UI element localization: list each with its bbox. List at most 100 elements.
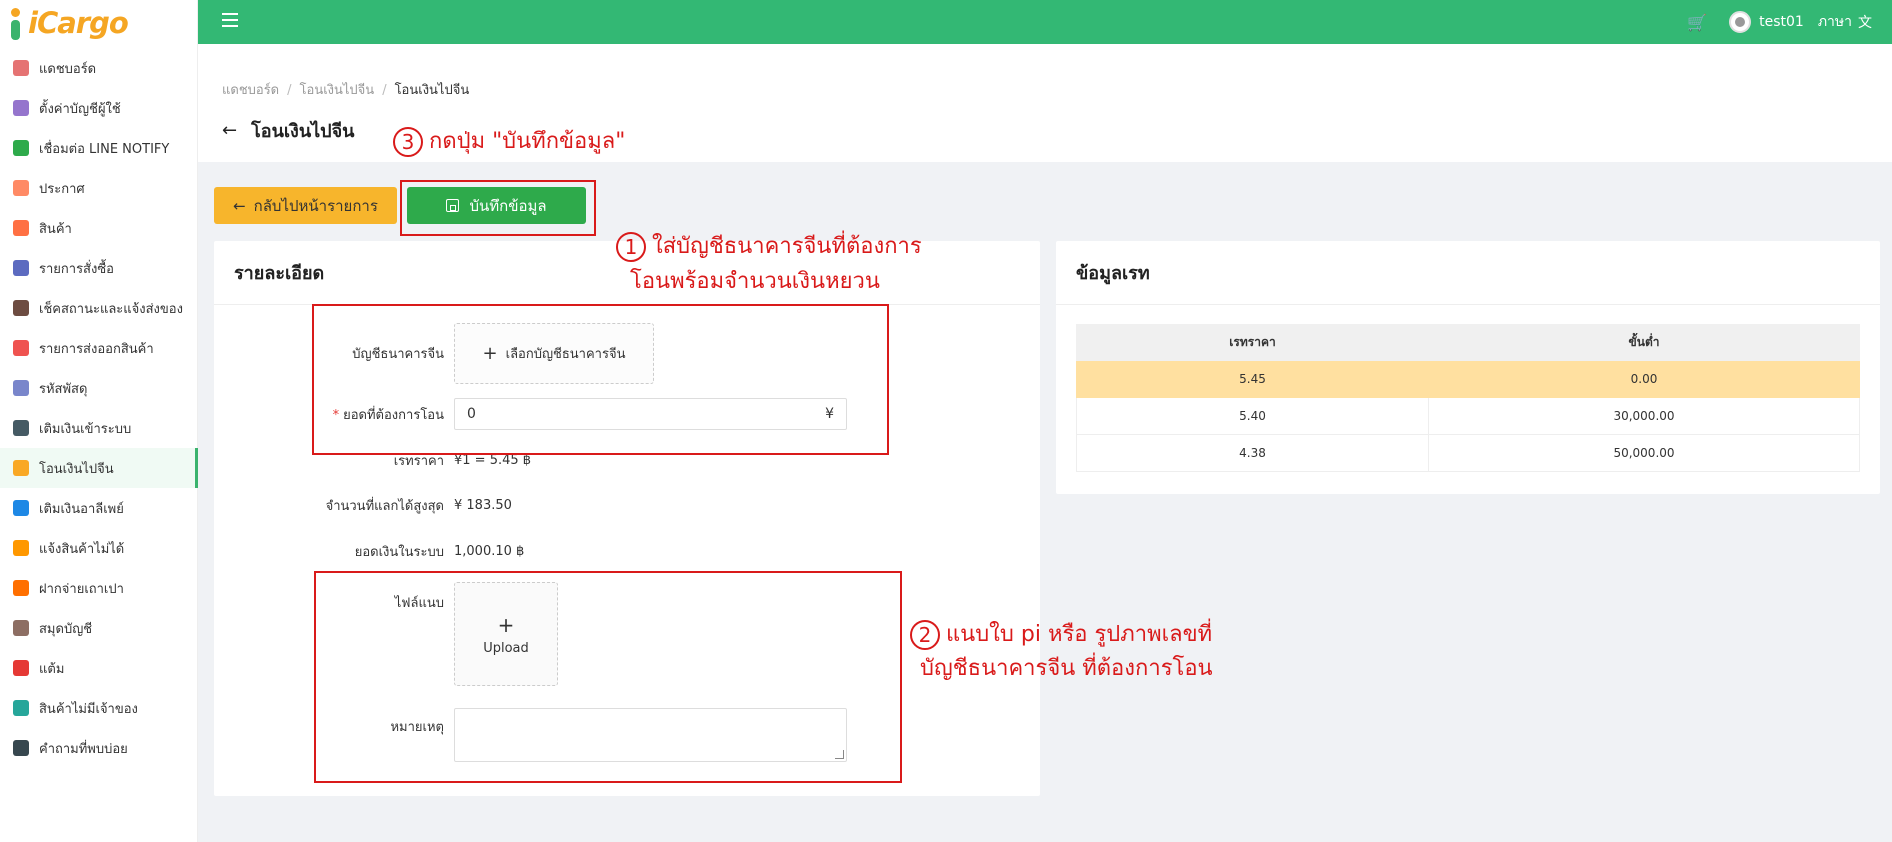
annotation-box-save [400, 180, 596, 236]
sidebar-item-label: เช็คสถานะและแจ้งส่งของ [39, 301, 183, 317]
avatar[interactable] [1729, 11, 1752, 33]
sidebar-item-label: เชื่อมต่อ LINE NOTIFY [39, 141, 170, 157]
sidebar-item-label: รหัสพัสดุ [39, 381, 88, 397]
faq-icon [13, 740, 29, 756]
rates-card-title: ข้อมูลเรท [1056, 241, 1880, 305]
sidebar-item-missing-product[interactable]: แจ้งสินค้าไม่ได้ [0, 528, 197, 568]
sidebar-item-parcel[interactable]: รหัสพัสดุ [0, 368, 197, 408]
balance-label: ยอดเงินในระบบ [354, 544, 444, 560]
language-label[interactable]: ภาษา [1818, 11, 1852, 33]
sidebar-item-order-list[interactable]: รายการสั่งซื้อ [0, 248, 197, 288]
annotation-box-bank-amount [312, 304, 889, 455]
sidebar-item-label: ฝากจ่ายเถาเปา [39, 581, 124, 597]
megaphone-icon [13, 180, 29, 196]
dashboard-icon [13, 60, 29, 76]
back-to-list-button[interactable]: ← กลับไปหน้ารายการ [214, 187, 397, 224]
missing-product-icon [13, 540, 29, 556]
sidebar-item-label: เติมเงินเข้าระบบ [39, 421, 132, 437]
breadcrumb: แดชบอร์ด / โอนเงินไปจีน / โอนเงินไปจีน [222, 83, 470, 98]
sidebar-item-points[interactable]: แต้ม [0, 648, 197, 688]
step-2-number: 2 [910, 620, 940, 650]
alipay-icon [13, 500, 29, 516]
sidebar-item-product[interactable]: สินค้า [0, 208, 197, 248]
sidebar-item-label: โอนเงินไปจีน [39, 461, 114, 477]
step-1-number: 1 [616, 232, 646, 262]
breadcrumb-item-dashboard[interactable]: แดชบอร์ด [222, 83, 279, 98]
user-settings-icon [13, 100, 29, 116]
minimum-cell: 30,000.00 [1428, 397, 1860, 435]
points-icon [13, 660, 29, 676]
cart-icon[interactable]: 🛒 [1687, 13, 1707, 32]
back-arrow-icon[interactable]: ← [222, 120, 237, 141]
truck-icon [13, 340, 29, 356]
balance-value: 1,000.10 ฿ [454, 543, 525, 559]
annotation-step-2-line2: บัญชีธนาคารจีน ที่ต้องการโอน [920, 656, 1213, 681]
annotation-step-3: 3 กดปุ่ม "บันทึกข้อมูล" [393, 125, 625, 159]
ledger-icon [13, 620, 29, 636]
logo-mark-icon [6, 6, 24, 40]
sidebar-item-taobao[interactable]: ฝากจ่ายเถาเปา [0, 568, 197, 608]
step-1-line1: ใส่บัญชีธนาคารจีนที่ต้องการ [652, 234, 922, 259]
sidebar-item-label: แจ้งสินค้าไม่ได้ [39, 541, 125, 557]
sidebar-item-yuan-coin[interactable]: โอนเงินไปจีน [0, 448, 198, 488]
sidebar-item-label: รายการสั่งซื้อ [39, 261, 114, 277]
sidebar-item-ledger[interactable]: สมุดบัญชี [0, 608, 197, 648]
table-row: 5.45 0.00 [1076, 360, 1860, 398]
sidebar-item-label: คำถามที่พบบ่อย [39, 741, 128, 757]
sidebar-item-alipay[interactable]: เติมเงินอาลีเพย์ [0, 488, 197, 528]
parcel-icon [13, 380, 29, 396]
sidebar: iCargo แดชบอร์ดตั้งค่าบัญชีผู้ใช้เชื่อมต… [0, 0, 198, 842]
sidebar-item-user-settings[interactable]: ตั้งค่าบัญชีผู้ใช้ [0, 88, 197, 128]
sidebar-item-label: สินค้า [39, 221, 72, 237]
column-header-rate: เรทราคา [1076, 324, 1429, 361]
sidebar-item-dashboard[interactable]: แดชบอร์ด [0, 48, 197, 88]
table-row: 4.38 50,000.00 [1076, 434, 1860, 472]
rate-cell: 5.40 [1076, 397, 1429, 435]
sidebar-item-label: ตั้งค่าบัญชีผู้ใช้ [39, 101, 121, 117]
menu-toggle-icon[interactable] [222, 13, 238, 27]
rate-cell: 5.45 [1076, 360, 1429, 398]
sidebar-item-truck[interactable]: รายการส่งออกสินค้า [0, 328, 197, 368]
step-2-line1: แนบใบ pi หรือ รูปภาพเลขที่ [946, 622, 1213, 647]
annotation-step-1: 1 ใส่บัญชีธนาคารจีนที่ต้องการ [616, 230, 922, 264]
line-icon [13, 140, 29, 156]
annotation-step-1-line2: โอนพร้อมจำนวนเงินหยวน [630, 269, 880, 294]
breadcrumb-item-transfer[interactable]: โอนเงินไปจีน [300, 83, 375, 98]
yuan-coin-icon [13, 460, 29, 476]
sidebar-item-label: สินค้าไม่มีเจ้าของ [39, 701, 138, 717]
annotation-step-2: 2 แนบใบ pi หรือ รูปภาพเลขที่ [910, 618, 1212, 652]
sidebar-item-faq[interactable]: คำถามที่พบบ่อย [0, 728, 197, 768]
breadcrumb-item-current: โอนเงินไปจีน [394, 83, 470, 98]
page-title: โอนเงินไปจีน [251, 121, 355, 142]
translate-icon[interactable]: 文 [1858, 12, 1872, 32]
step-3-number: 3 [393, 127, 423, 157]
topbar: 🛒 test01 ภาษา 文 [198, 0, 1892, 44]
sidebar-item-label: รายการส่งออกสินค้า [39, 341, 154, 357]
back-to-list-label: กลับไปหน้ารายการ [253, 196, 378, 215]
arrow-left-icon: ← [233, 196, 246, 215]
sidebar-item-megaphone[interactable]: ประกาศ [0, 168, 197, 208]
annotation-box-attachment [314, 571, 902, 783]
sidebar-item-wallet[interactable]: เติมเงินเข้าระบบ [0, 408, 197, 448]
minimum-cell: 0.00 [1428, 360, 1860, 398]
username[interactable]: test01 [1759, 14, 1804, 30]
product-icon [13, 220, 29, 236]
sidebar-nav: แดชบอร์ดตั้งค่าบัญชีผู้ใช้เชื่อมต่อ LINE… [0, 48, 198, 768]
app-logo[interactable]: iCargo [0, 0, 197, 46]
sidebar-item-label: เติมเงินอาลีเพย์ [39, 501, 124, 517]
table-row: 5.40 30,000.00 [1076, 397, 1860, 435]
sidebar-item-label: แต้ม [39, 661, 65, 677]
sidebar-item-label: สมุดบัญชี [39, 621, 93, 637]
max-exchange-label: จำนวนที่แลกได้สูงสุด [325, 498, 444, 514]
sidebar-item-label: แดชบอร์ด [39, 61, 97, 77]
order-list-icon [13, 260, 29, 276]
sidebar-item-tracking[interactable]: เช็คสถานะและแจ้งส่งของ [0, 288, 197, 328]
wallet-icon [13, 420, 29, 436]
minimum-cell: 50,000.00 [1428, 434, 1860, 472]
max-exchange-value: ¥ 183.50 [454, 497, 512, 513]
tracking-icon [13, 300, 29, 316]
sidebar-item-line[interactable]: เชื่อมต่อ LINE NOTIFY [0, 128, 197, 168]
sidebar-item-unowned-product[interactable]: สินค้าไม่มีเจ้าของ [0, 688, 197, 728]
step-3-text: กดปุ่ม "บันทึกข้อมูล" [429, 129, 626, 154]
rate-cell: 4.38 [1076, 434, 1429, 472]
